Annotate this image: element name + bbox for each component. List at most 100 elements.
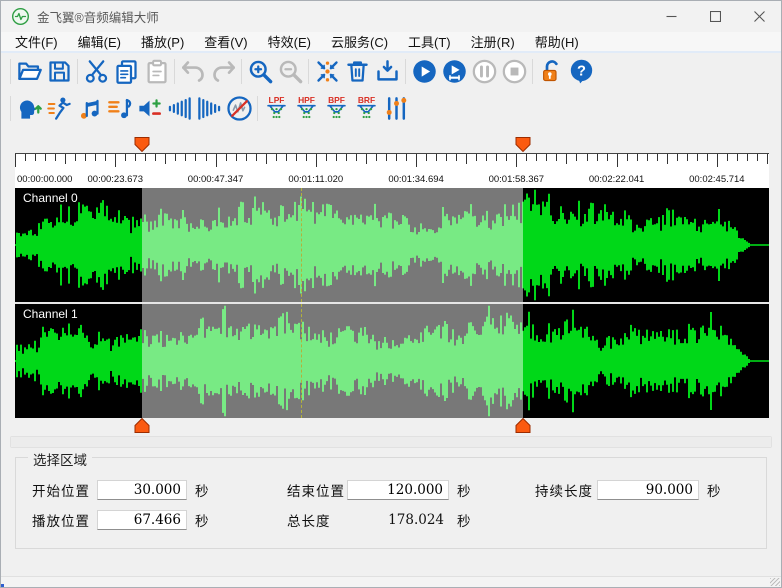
zoom-in-icon [247,58,274,85]
waveform-channel-0[interactable]: Channel 0 [15,188,769,302]
play-selection-button[interactable] [439,57,469,87]
notes-button[interactable] [74,93,104,123]
tempo-button[interactable] [44,93,74,123]
menu-item-edit[interactable]: 编辑(E) [68,32,131,51]
ruler-tick [667,154,668,164]
selection-end-marker-bottom[interactable] [515,418,531,433]
ruler-tick [426,154,427,161]
undo-button[interactable] [178,57,208,87]
selection-end-marker-top[interactable] [515,137,531,152]
ruler-tick [15,154,16,167]
volume-button[interactable] [134,93,164,123]
ruler-tick [566,154,567,164]
selection-start-marker-top[interactable] [134,137,150,152]
ruler-time-label: 00:01:11.020 [288,174,343,185]
play-button[interactable] [409,57,439,87]
menu-item-register[interactable]: 注册(R) [461,32,525,51]
tempo-icon [46,95,73,122]
field-duration-unit: 秒 [707,480,721,500]
minimize-button[interactable] [649,1,693,32]
close-button[interactable] [737,1,781,32]
filter-bpf-icon: BPF [323,95,350,122]
ruler-tick [65,154,66,164]
mix-channels-button[interactable] [312,57,342,87]
menu-item-cloud[interactable]: 云服务(C) [321,32,398,51]
horizontal-scrollbar[interactable] [10,436,772,448]
filter-lpf-icon: LPF [263,95,290,122]
app-window: 金飞翼®音频编辑大师 文件(F)编辑(E)播放(P)查看(V)特效(E)云服务(… [0,0,782,588]
open-file-button[interactable] [14,57,44,87]
help-button[interactable]: ? [566,57,596,87]
cut-button[interactable] [81,57,111,87]
field-total-length: 总长度178.024秒 [287,510,471,530]
field-play-position-input[interactable] [97,510,187,530]
copy-button[interactable] [111,57,141,87]
ruler-tick [286,154,287,161]
app-icon [12,8,29,25]
fade-in-button[interactable] [164,93,194,123]
maximize-button[interactable] [693,1,737,32]
menu-item-help[interactable]: 帮助(H) [525,32,589,51]
ruler-tick [697,154,698,161]
trim-button[interactable] [372,57,402,87]
ruler-tick [346,154,347,161]
fade-out-button[interactable] [194,93,224,123]
ruler-tick [657,154,658,161]
ruler-tick [496,154,497,161]
ruler-tick [256,154,257,161]
menu-item-effects[interactable]: 特效(E) [258,32,321,51]
voice-change-button[interactable] [14,93,44,123]
delete-button[interactable] [342,57,372,87]
filter-bpf-button[interactable]: BPF [321,93,351,123]
ruler-tick [226,154,227,161]
open-file-icon [16,58,43,85]
ruler-tick [216,154,217,167]
ruler-time-label: 00:02:22.041 [589,174,644,185]
svg-text:?: ? [577,63,586,79]
ruler-tick [627,154,628,161]
ruler-tick [236,154,237,161]
ruler-tick [376,154,377,161]
field-end-position-input[interactable] [347,480,449,500]
zoom-out-button[interactable] [275,57,305,87]
ruler-tick [125,154,126,161]
paste-icon [143,58,170,85]
menu-item-file[interactable]: 文件(F) [5,32,68,51]
filter-hpf-button[interactable]: HPF [291,93,321,123]
menu-item-tools[interactable]: 工具(T) [398,32,461,51]
save-file-button[interactable] [44,57,74,87]
ruler-tick [336,154,337,161]
zoom-in-button[interactable] [245,57,275,87]
melody-button[interactable] [104,93,134,123]
ruler-tick [306,154,307,161]
lock-button[interactable] [536,57,566,87]
menu-item-view[interactable]: 查看(V) [194,32,257,51]
denoise-button[interactable] [224,93,254,123]
redo-button[interactable] [208,57,238,87]
ruler-tick [576,154,577,161]
scrollbar-thumb[interactable] [11,437,771,447]
timeline-ruler[interactable]: 00:00:00.00000:00:23.67300:00:47.34700:0… [15,153,769,188]
field-duration-input[interactable] [597,480,699,500]
ruler-tick [145,154,146,161]
field-start-position-input[interactable] [97,480,187,500]
ruler-tick [35,154,36,161]
ruler-tick [185,154,186,161]
ruler-tick [366,154,367,164]
selection-start-marker-bottom[interactable] [134,418,150,433]
ruler-tick [757,154,758,161]
resize-grip[interactable] [770,578,780,586]
equalizer-button[interactable] [381,93,411,123]
filter-brf-button[interactable]: BRF [351,93,381,123]
waveform-channel-1[interactable]: Channel 1 [15,304,769,418]
ruler-tick [95,154,96,161]
filter-lpf-button[interactable]: LPF [261,93,291,123]
paste-button[interactable] [141,57,171,87]
pause-button[interactable] [469,57,499,87]
stop-button[interactable] [499,57,529,87]
ruler-tick [396,154,397,161]
toolbar-separator [241,59,242,84]
ruler-tick [276,154,277,161]
menu-item-play[interactable]: 播放(P) [131,32,194,51]
toolbar-separator [174,59,175,84]
